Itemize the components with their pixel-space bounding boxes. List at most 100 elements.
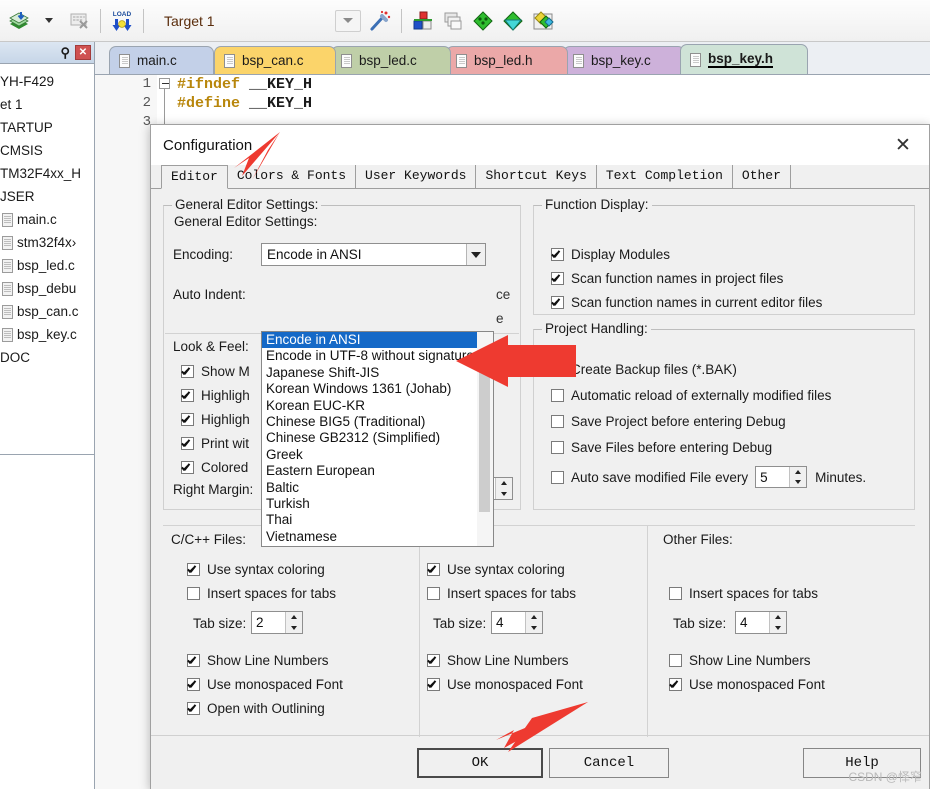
file-project-handling-checkbox[interactable] xyxy=(551,414,564,428)
file-project-handling-row[interactable]: Save Files before entering Debug xyxy=(551,437,911,457)
c-use-syntax-coloring-checkbox[interactable] xyxy=(187,562,200,576)
c-show-line-numbers-row[interactable]: Show Line Numbers xyxy=(187,650,329,670)
stepper-down-icon[interactable] xyxy=(770,622,786,633)
scrollbar-thumb[interactable] xyxy=(479,362,490,512)
asm-use-monospaced-row[interactable]: Use monospaced Font xyxy=(427,674,583,694)
encoding-combo[interactable]: Encode in ANSI xyxy=(261,243,486,266)
encoding-option[interactable]: Turkish xyxy=(262,496,478,512)
file-project-handling-row[interactable]: Save Project before entering Debug xyxy=(551,411,911,431)
function-display-row[interactable]: Display Modules xyxy=(551,244,911,264)
encoding-option[interactable]: Eastern European xyxy=(262,463,478,479)
asm-insert-spaces-checkbox[interactable] xyxy=(427,586,440,600)
tree-item[interactable]: bsp_led.c xyxy=(0,254,94,277)
stepper-up-icon[interactable] xyxy=(496,478,512,489)
fold-toggle-icon[interactable] xyxy=(159,78,170,89)
tree-item[interactable]: bsp_debu xyxy=(0,277,94,300)
dialog-tab[interactable]: Text Completion xyxy=(596,165,733,188)
look-feel-checkbox[interactable] xyxy=(181,460,194,474)
other-tab-size-stepper[interactable]: 4 xyxy=(735,611,787,634)
encoding-dropdown-scrollbar[interactable] xyxy=(477,332,493,546)
autosave-checkbox[interactable] xyxy=(551,470,564,484)
other-insert-spaces-row[interactable]: Insert spaces for tabs xyxy=(669,583,818,603)
editor-tab[interactable]: bsp_can.c xyxy=(214,46,336,74)
stepper-up-icon[interactable] xyxy=(770,612,786,623)
dialog-tab[interactable]: Shortcut Keys xyxy=(476,165,597,188)
file-project-handling-checkbox[interactable] xyxy=(551,388,564,402)
dialog-tab[interactable]: Colors & Fonts xyxy=(227,165,357,188)
magic-wand-icon[interactable] xyxy=(365,6,395,36)
look-feel-checkbox[interactable] xyxy=(181,412,194,426)
encoding-option[interactable]: Baltic xyxy=(262,480,478,496)
function-display-row[interactable]: Scan function names in current editor fi… xyxy=(551,292,911,312)
encoding-option[interactable]: Greek xyxy=(262,447,478,463)
encoding-option[interactable]: Thai xyxy=(262,512,478,528)
encoding-option[interactable]: Korean Windows 1361 (Johab) xyxy=(262,381,478,397)
batch-build-icon[interactable] xyxy=(64,6,94,36)
encoding-option[interactable]: Korean EUC-KR xyxy=(262,398,478,414)
pin-icon[interactable]: ⚲ xyxy=(60,46,70,59)
editor-tab[interactable]: main.c xyxy=(109,46,214,74)
c-use-monospaced-checkbox[interactable] xyxy=(187,677,200,691)
look-feel-checkbox[interactable] xyxy=(181,364,194,378)
function-display-checkbox[interactable] xyxy=(551,271,564,285)
dialog-tab[interactable]: Other xyxy=(732,165,791,188)
c-open-with-outlining-checkbox[interactable] xyxy=(187,701,200,715)
other-show-line-numbers-row[interactable]: Show Line Numbers xyxy=(669,650,811,670)
stepper-down-icon[interactable] xyxy=(496,488,512,499)
look-feel-checkbox[interactable] xyxy=(181,388,194,402)
asm-insert-spaces-row[interactable]: Insert spaces for tabs xyxy=(427,583,576,603)
c-use-syntax-coloring-row[interactable]: Use syntax coloring xyxy=(187,559,325,579)
stepper-up-icon[interactable] xyxy=(526,612,542,623)
dialog-tab[interactable]: User Keywords xyxy=(356,165,477,188)
function-display-checkbox[interactable] xyxy=(551,247,564,261)
asm-tab-size-stepper[interactable]: 4 xyxy=(491,611,543,634)
other-use-monospaced-checkbox[interactable] xyxy=(669,677,682,691)
asm-use-syntax-coloring-checkbox[interactable] xyxy=(427,562,440,576)
c-use-monospaced-row[interactable]: Use monospaced Font xyxy=(187,674,343,694)
stepper-down-icon[interactable] xyxy=(790,477,807,487)
pack-installer-icon[interactable] xyxy=(528,6,558,36)
asm-show-line-numbers-row[interactable]: Show Line Numbers xyxy=(427,650,569,670)
build-target-icon[interactable] xyxy=(4,6,34,36)
asm-show-line-numbers-checkbox[interactable] xyxy=(427,653,440,667)
file-project-handling-row[interactable]: Create Backup files (*.BAK) xyxy=(551,359,911,379)
editor-tab[interactable]: bsp_led.h xyxy=(446,46,568,74)
green-diamond-icon[interactable] xyxy=(468,6,498,36)
encoding-option[interactable]: Vietnamese xyxy=(262,529,478,545)
tree-item[interactable]: bsp_can.c xyxy=(0,300,94,323)
tree-item[interactable]: TM32F4xx_H xyxy=(0,162,94,185)
encoding-option-list[interactable]: Encode in ANSI Encode in UTF-8 without si… xyxy=(262,332,478,546)
encoding-combo-arrow-icon[interactable] xyxy=(466,244,485,265)
tree-item[interactable]: TARTUP xyxy=(0,116,94,139)
tree-item[interactable]: JSER xyxy=(0,185,94,208)
cancel-button[interactable]: Cancel xyxy=(549,748,669,778)
file-project-handling-checkbox[interactable] xyxy=(551,440,564,454)
c-insert-spaces-row[interactable]: Insert spaces for tabs xyxy=(187,583,336,603)
windows-icon[interactable] xyxy=(438,6,468,36)
encoding-option[interactable]: Encode in ANSI xyxy=(262,332,478,349)
c-open-with-outlining-row[interactable]: Open with Outlining xyxy=(187,698,325,718)
target-dropdown-button[interactable] xyxy=(335,9,361,32)
dropdown-caret-icon[interactable] xyxy=(34,6,64,36)
encoding-option[interactable]: Japanese Shift-JIS xyxy=(262,365,478,381)
file-project-handling-row[interactable]: Automatic reload of externally modified … xyxy=(551,385,911,405)
other-show-line-numbers-checkbox[interactable] xyxy=(669,653,682,667)
asm-use-syntax-coloring-row[interactable]: Use syntax coloring xyxy=(427,559,565,579)
stepper-down-icon[interactable] xyxy=(526,622,542,633)
autosave-minutes-stepper[interactable]: 5 xyxy=(755,466,808,488)
stepper-down-icon[interactable] xyxy=(286,622,302,633)
encoding-option[interactable]: Chinese GB2312 (Simplified) xyxy=(262,430,478,446)
function-display-checkbox[interactable] xyxy=(551,295,564,309)
dialog-close-icon[interactable]: ✕ xyxy=(883,129,923,161)
editor-tab[interactable]: bsp_key.h xyxy=(680,44,808,74)
target-selector[interactable]: Target 1 xyxy=(160,8,335,34)
other-insert-spaces-checkbox[interactable] xyxy=(669,586,682,600)
stepper-up-icon[interactable] xyxy=(790,467,807,477)
configuration-wizard-icon[interactable] xyxy=(498,6,528,36)
tree-item[interactable]: CMSIS xyxy=(0,139,94,162)
c-show-line-numbers-checkbox[interactable] xyxy=(187,653,200,667)
encoding-dropdown-list[interactable]: Encode in ANSI Encode in UTF-8 without si… xyxy=(261,331,494,547)
encoding-option[interactable]: Encode in UTF-8 without signature xyxy=(262,348,478,364)
function-display-row[interactable]: Scan function names in project files xyxy=(551,268,911,288)
editor-tab[interactable]: bsp_led.c xyxy=(331,46,451,74)
